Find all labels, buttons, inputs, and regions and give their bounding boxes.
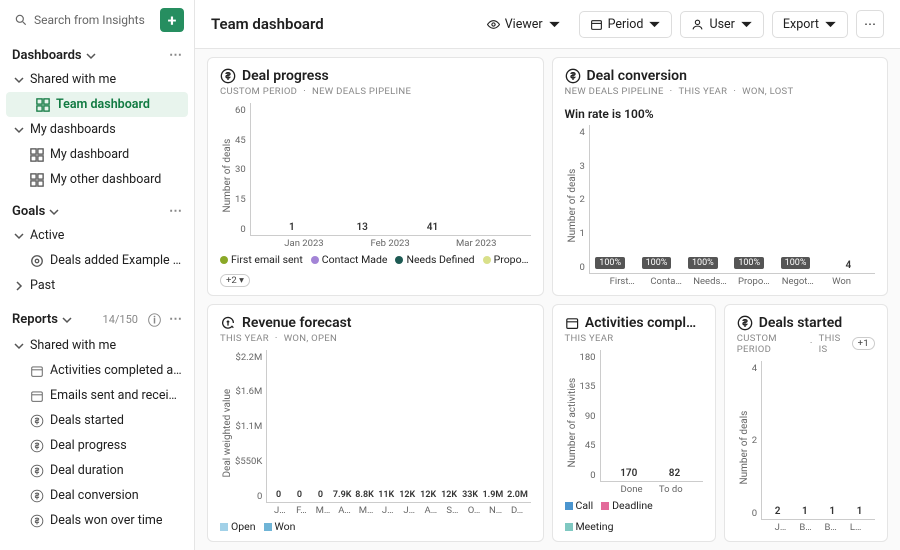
card-revenue-forecast: Revenue forecast THIS YEARWON, OPEN Deal…	[207, 304, 544, 543]
grid-icon	[30, 148, 44, 162]
refresh-dollar-icon	[220, 315, 236, 331]
dollar-icon	[30, 514, 44, 528]
dollar-icon	[30, 489, 44, 503]
calendar-icon	[30, 364, 44, 378]
eye-icon	[487, 18, 500, 31]
tree-item-deals-added-example[interactable]: Deals added Example t…	[0, 248, 194, 273]
main: Team dashboard Viewer Period User Export…	[195, 0, 900, 550]
card-deals-started: Deals started CUSTOM PERIODTHIS IS +1 Nu…	[724, 304, 888, 543]
chart-revenue-forecast: Deal weighted value $2.2M$1.6M$1.1M$550K…	[220, 350, 531, 517]
tree-group-past[interactable]: Past	[0, 273, 194, 298]
page-title: Team dashboard	[211, 15, 469, 33]
tree-group-my-dashboards[interactable]: My dashboards	[0, 117, 194, 142]
user-dropdown[interactable]: User	[680, 11, 763, 38]
tree-item-report[interactable]: Deal conversion	[0, 483, 194, 508]
search-icon	[14, 13, 28, 27]
chart-deal-progress: Number of deals 604530150 11341 Jan 2023…	[220, 103, 531, 249]
viewer-dropdown[interactable]: Viewer	[477, 12, 571, 37]
tree-group-reports-shared[interactable]: Shared with me	[0, 333, 194, 358]
tree-group-active[interactable]: Active	[0, 223, 194, 248]
section-goals[interactable]: Goals ⋯	[0, 200, 194, 223]
export-dropdown[interactable]: Export	[772, 11, 848, 38]
section-reports[interactable]: Reports 14/150 ⓘ ⋯	[0, 306, 194, 333]
chart-activities-completed: Number of activities 18013590450 17082 D…	[565, 350, 703, 496]
card-deal-progress: Deal progress CUSTOM PERIODNEW DEALS PIP…	[207, 57, 544, 296]
calendar-icon	[565, 315, 579, 331]
tree-item-report[interactable]: Deals won over time	[0, 508, 194, 533]
chart-deals-started: Number of deals 420 2111 J…B…B…L…	[737, 361, 875, 534]
tree-item-report[interactable]: Deals started	[0, 408, 194, 433]
caret-down-icon	[648, 18, 661, 31]
sidebar: Search from Insights + Dashboards ⋯ Shar…	[0, 0, 195, 550]
tree-item-my-dashboard[interactable]: My dashboard	[0, 142, 194, 167]
card-activities-completed: Activities complete… THIS YEAR Number of…	[552, 304, 716, 543]
caret-down-icon	[824, 18, 837, 31]
chevron-down-icon	[86, 51, 96, 61]
chevron-down-icon	[14, 75, 24, 85]
tree-group-shared[interactable]: Shared with me	[0, 67, 194, 92]
tree-item-report[interactable]: Emails sent and received	[0, 383, 194, 408]
dollar-icon	[30, 414, 44, 428]
search-input[interactable]: Search from Insights	[10, 9, 154, 31]
tree-item-report[interactable]: Deal duration	[0, 458, 194, 483]
chevron-down-icon	[49, 207, 59, 217]
grid-icon	[30, 173, 44, 187]
tree-item-team-dashboard[interactable]: Team dashboard	[6, 92, 188, 117]
chart-deal-conversion: Number of deals 43210 4100%4100%4100%410…	[565, 125, 876, 287]
legend-more-chip[interactable]: +2 ▾	[220, 274, 250, 287]
tree-item-my-other-dashboard[interactable]: My other dashboard	[0, 167, 194, 192]
chevron-right-icon	[14, 281, 24, 291]
calendar-icon	[590, 18, 603, 31]
caret-down-icon	[740, 18, 753, 31]
dollar-icon	[737, 315, 753, 331]
calendar-icon	[30, 389, 44, 403]
section-dashboards[interactable]: Dashboards ⋯	[0, 44, 194, 67]
dollar-icon	[220, 68, 236, 84]
chevron-down-icon	[14, 231, 24, 241]
more-button[interactable]: ⋯	[856, 10, 884, 38]
add-button[interactable]: +	[160, 8, 184, 32]
tree-item-report[interactable]: Activities completed an…	[0, 358, 194, 383]
card-deal-conversion: Deal conversion NEW DEALS PIPELINETHIS Y…	[552, 57, 889, 296]
tree-item-report[interactable]: Deal progress	[0, 433, 194, 458]
sub-more-chip[interactable]: +1	[852, 337, 875, 350]
dollar-icon	[30, 464, 44, 478]
chevron-down-icon	[14, 125, 24, 135]
chevron-down-icon	[62, 315, 72, 325]
win-rate-text: Win rate is 100%	[565, 107, 876, 121]
user-icon	[691, 18, 704, 31]
chevron-down-icon	[14, 341, 24, 351]
topbar: Team dashboard Viewer Period User Export…	[195, 0, 900, 49]
dollar-icon	[565, 68, 581, 84]
target-icon	[30, 254, 44, 268]
period-dropdown[interactable]: Period	[579, 11, 673, 38]
grid-icon	[36, 98, 50, 112]
caret-down-icon	[548, 18, 561, 31]
dollar-icon	[30, 439, 44, 453]
